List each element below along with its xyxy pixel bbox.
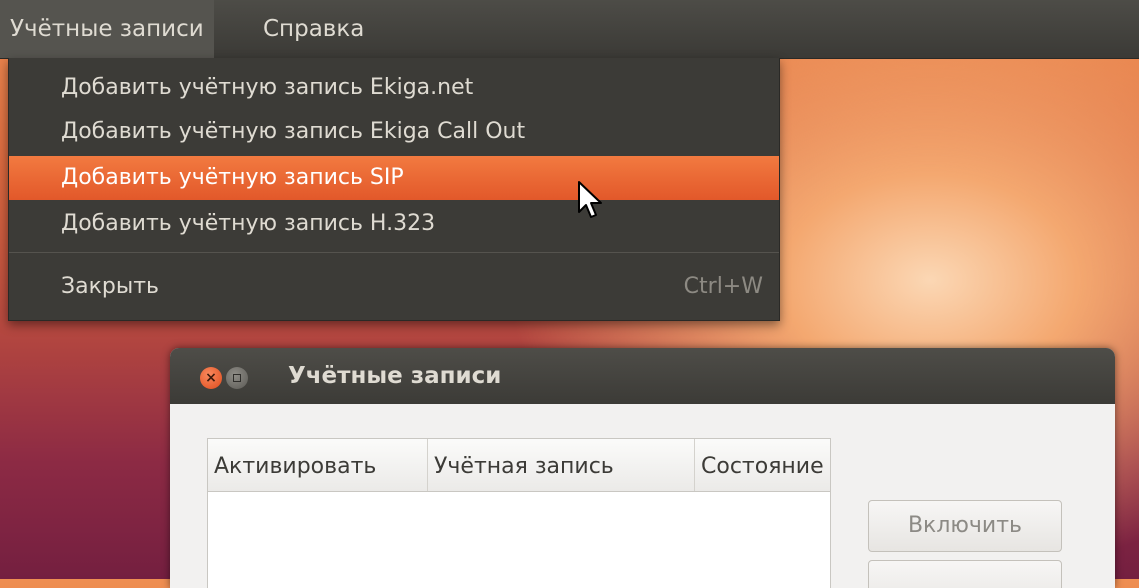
column-header-account[interactable]: Учётная запись	[428, 439, 695, 491]
menu-bar: Учётные записи Справка	[0, 0, 1139, 58]
window-title: Учётные записи	[288, 363, 502, 389]
menu-accounts[interactable]: Учётные записи	[0, 0, 214, 58]
close-icon[interactable]: ×	[200, 367, 222, 389]
column-header-status[interactable]: Состояние	[695, 439, 830, 491]
table-header: Активировать Учётная запись Состояние	[208, 439, 830, 492]
menu-help[interactable]: Справка	[253, 0, 374, 58]
menu-item-label: Добавить учётную запись Ekiga.net	[61, 75, 474, 100]
menu-item-label: Добавить учётную запись Ekiga Call Out	[61, 119, 526, 144]
accounts-dropdown-menu: Добавить учётную запись Ekiga.net Добави…	[8, 58, 780, 321]
shortcut-label: Ctrl+W	[683, 274, 763, 299]
menu-item-add-ekiga-net[interactable]: Добавить учётную запись Ekiga.net	[9, 66, 779, 110]
window-titlebar[interactable]: × Учётные записи	[170, 348, 1115, 404]
secondary-button[interactable]	[868, 560, 1062, 588]
menu-item-label: Добавить учётную запись H.323	[61, 211, 436, 236]
accounts-table[interactable]: Активировать Учётная запись Состояние	[207, 438, 831, 588]
menu-item-label: Закрыть	[61, 274, 159, 299]
enable-button[interactable]: Включить	[868, 500, 1062, 552]
mouse-pointer-icon	[578, 181, 602, 218]
menu-item-add-ekiga-call-out[interactable]: Добавить учётную запись Ekiga Call Out	[9, 110, 779, 154]
menu-item-add-h323[interactable]: Добавить учётную запись H.323	[9, 202, 779, 246]
menu-item-close[interactable]: Закрыть Ctrl+W	[9, 265, 779, 309]
menu-separator	[9, 252, 779, 253]
menu-item-add-sip[interactable]: Добавить учётную запись SIP	[9, 156, 779, 200]
accounts-window: × Учётные записи Активировать Учётная за…	[170, 348, 1115, 588]
menu-item-label: Добавить учётную запись SIP	[61, 165, 404, 190]
column-header-activate[interactable]: Активировать	[208, 439, 428, 491]
minimize-icon[interactable]	[226, 367, 248, 389]
